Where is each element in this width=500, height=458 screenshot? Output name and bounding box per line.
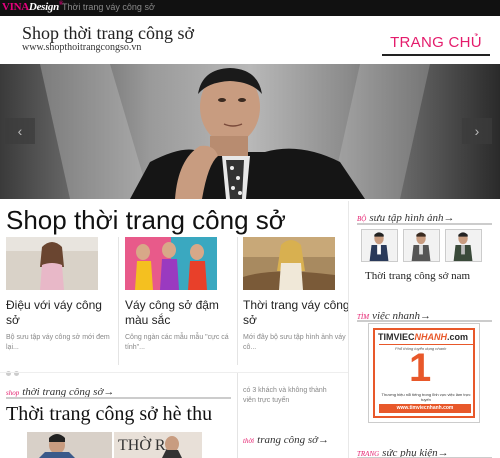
ad-url: www.timviecnhanh.com <box>379 404 471 413</box>
article-thumbnail[interactable] <box>243 237 335 290</box>
article-thumbnail[interactable] <box>125 237 217 290</box>
article-card[interactable]: Thời trang váy công sở Mới đây bộ sưu tậ… <box>243 237 355 353</box>
topbar-tagline: Thời trang váy công sở <box>62 2 155 12</box>
ad-frame: TIMVIECNHANH.com Phổ thông tuyển dụng nh… <box>373 328 475 418</box>
section-label-accessories[interactable]: TRANG sức phụ kiện→ <box>357 443 449 458</box>
top-bar: VINADesign® Thời trang váy công sở <box>0 0 500 16</box>
site-url: www.shopthoitrangcongso.vn <box>22 42 142 53</box>
site-title[interactable]: Shop thời trang công sở <box>22 23 194 44</box>
arrow-left-icon: ‹ <box>17 123 23 139</box>
online-users-text: có 3 khách và không thành viên trực tuyế… <box>243 387 327 404</box>
article-desc: Công ngàn các mẫu mẫu "cực cá tính"... <box>125 334 229 351</box>
vinadesign-logo[interactable]: VINADesign® <box>2 1 63 13</box>
section-underline <box>357 223 492 225</box>
section-label-text: trang công sở→ <box>257 434 330 446</box>
gallery-thumbnail[interactable] <box>403 229 440 262</box>
article-desc: Mới đây bộ sưu tập hình ảnh váy cô... <box>243 334 346 351</box>
section-label-prefix: BỘ <box>357 215 367 223</box>
article-title[interactable]: Váy công sở đậm màu sắc <box>125 298 237 328</box>
column-divider <box>237 373 238 458</box>
job-ad-banner[interactable]: TIMVIECNHANH.com Phổ thông tuyển dụng nh… <box>368 323 480 423</box>
ad-brand-accent: NHANH <box>414 332 448 342</box>
bottom-thumbnail[interactable] <box>27 432 112 458</box>
arrow-right-icon: › <box>474 123 480 139</box>
ad-divider <box>379 344 473 345</box>
article-card[interactable]: Điệu với váy công sở Bộ sưu tập váy công… <box>6 237 118 353</box>
section-label-trend[interactable]: thời trang công sở→ <box>243 430 329 448</box>
article-desc: Bộ sưu tập váy công sở mới đem lại... <box>6 334 110 351</box>
hero-banner[interactable] <box>0 64 500 199</box>
article-title[interactable]: Điệu với váy công sở <box>6 298 118 328</box>
section-underline <box>357 320 492 322</box>
bottom-thumbnail[interactable]: THỜ RA <box>114 432 202 458</box>
section-label-prefix: shop <box>6 389 20 397</box>
ad-brand: TIMVIECNHANH.com <box>378 332 468 342</box>
logo-design: Design <box>28 1 59 13</box>
home-nav-label: TRANG CHỦ <box>390 34 482 51</box>
site-header: Shop thời trang công sở www.shopthoitran… <box>0 16 500 64</box>
main-heading: Shop thời trang công sở <box>6 205 286 235</box>
logo-text: VINA <box>2 1 29 13</box>
banner-image <box>40 64 430 199</box>
section-label-prefix: thời <box>243 437 255 445</box>
gallery-caption[interactable]: Thời trang công sở nam <box>365 270 470 282</box>
gallery-thumbnail[interactable] <box>361 229 398 262</box>
ad-brand-main: TIMVIEC <box>378 332 415 342</box>
sub-heading: Thời trang công sở hè thu <box>6 403 213 425</box>
ad-slogan: Thương hiệu nổi tiếng trong lĩnh vực việ… <box>381 392 471 402</box>
divider <box>118 237 119 365</box>
sidebar-divider <box>348 201 349 458</box>
article-title[interactable]: Thời trang váy công sở <box>243 298 355 328</box>
section-underline <box>6 397 231 399</box>
article-card[interactable]: Váy công sở đậm màu sắc Công ngàn các mẫ… <box>125 237 237 353</box>
gallery-thumbnail[interactable] <box>445 229 482 262</box>
ad-number: 1 <box>409 346 432 390</box>
section-divider <box>0 372 348 373</box>
ad-brand-suffix: .com <box>447 332 469 342</box>
article-thumbnail[interactable] <box>6 237 98 290</box>
home-nav-button[interactable]: TRANG CHỦ <box>382 32 490 56</box>
banner-prev-button[interactable]: ‹ <box>5 118 35 144</box>
banner-next-button[interactable]: › <box>462 118 492 144</box>
divider <box>237 237 238 365</box>
